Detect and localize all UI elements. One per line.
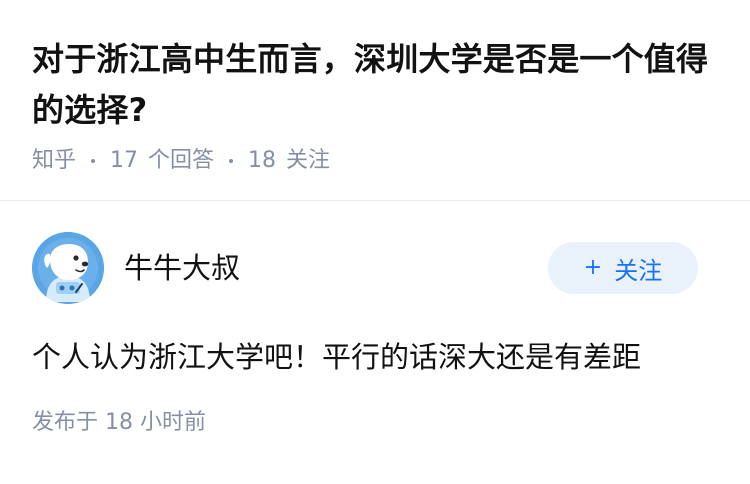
author-row: 牛牛大叔 + 关注 xyxy=(32,232,718,306)
follow-count[interactable]: 18 关注 xyxy=(248,146,330,176)
answer-meta: 发布于 18 小时前 xyxy=(32,408,718,438)
avatar[interactable] xyxy=(32,232,104,304)
answer-count-label: 个回答 xyxy=(148,148,215,173)
follow-button-label: 关注 xyxy=(614,256,663,285)
author-name[interactable]: 牛牛大叔 xyxy=(124,250,240,286)
answer-card: 牛牛大叔 + 关注 个人认为浙江大学吧！平行的话深大还是有差距 发布于 18 小时… xyxy=(32,232,718,438)
question-header: 对于浙江高中生而言，深圳大学是否是一个值得的选择? 知乎 17 个回答 18 关注 xyxy=(32,34,722,176)
published-time: 18 小时前 xyxy=(105,410,207,435)
separator-dot xyxy=(229,159,234,163)
answer-count[interactable]: 17 个回答 xyxy=(110,146,214,176)
question-title[interactable]: 对于浙江高中生而言，深圳大学是否是一个值得的选择? xyxy=(32,34,722,136)
question-meta: 知乎 17 个回答 18 关注 xyxy=(32,146,722,176)
published-label: 发布于 xyxy=(32,410,99,435)
plus-icon: + xyxy=(583,255,603,280)
separator-dot xyxy=(91,159,96,163)
follow-count-label: 关注 xyxy=(286,148,331,173)
follow-button[interactable]: + 关注 xyxy=(548,242,698,294)
cartoon-dog-avatar-icon xyxy=(32,232,104,304)
follow-count-value: 18 xyxy=(248,148,277,173)
source-label[interactable]: 知乎 xyxy=(32,146,76,176)
answer-content[interactable]: 个人认为浙江大学吧！平行的话深大还是有差距 xyxy=(32,336,718,378)
section-divider xyxy=(0,200,750,201)
answer-count-value: 17 xyxy=(110,148,139,173)
